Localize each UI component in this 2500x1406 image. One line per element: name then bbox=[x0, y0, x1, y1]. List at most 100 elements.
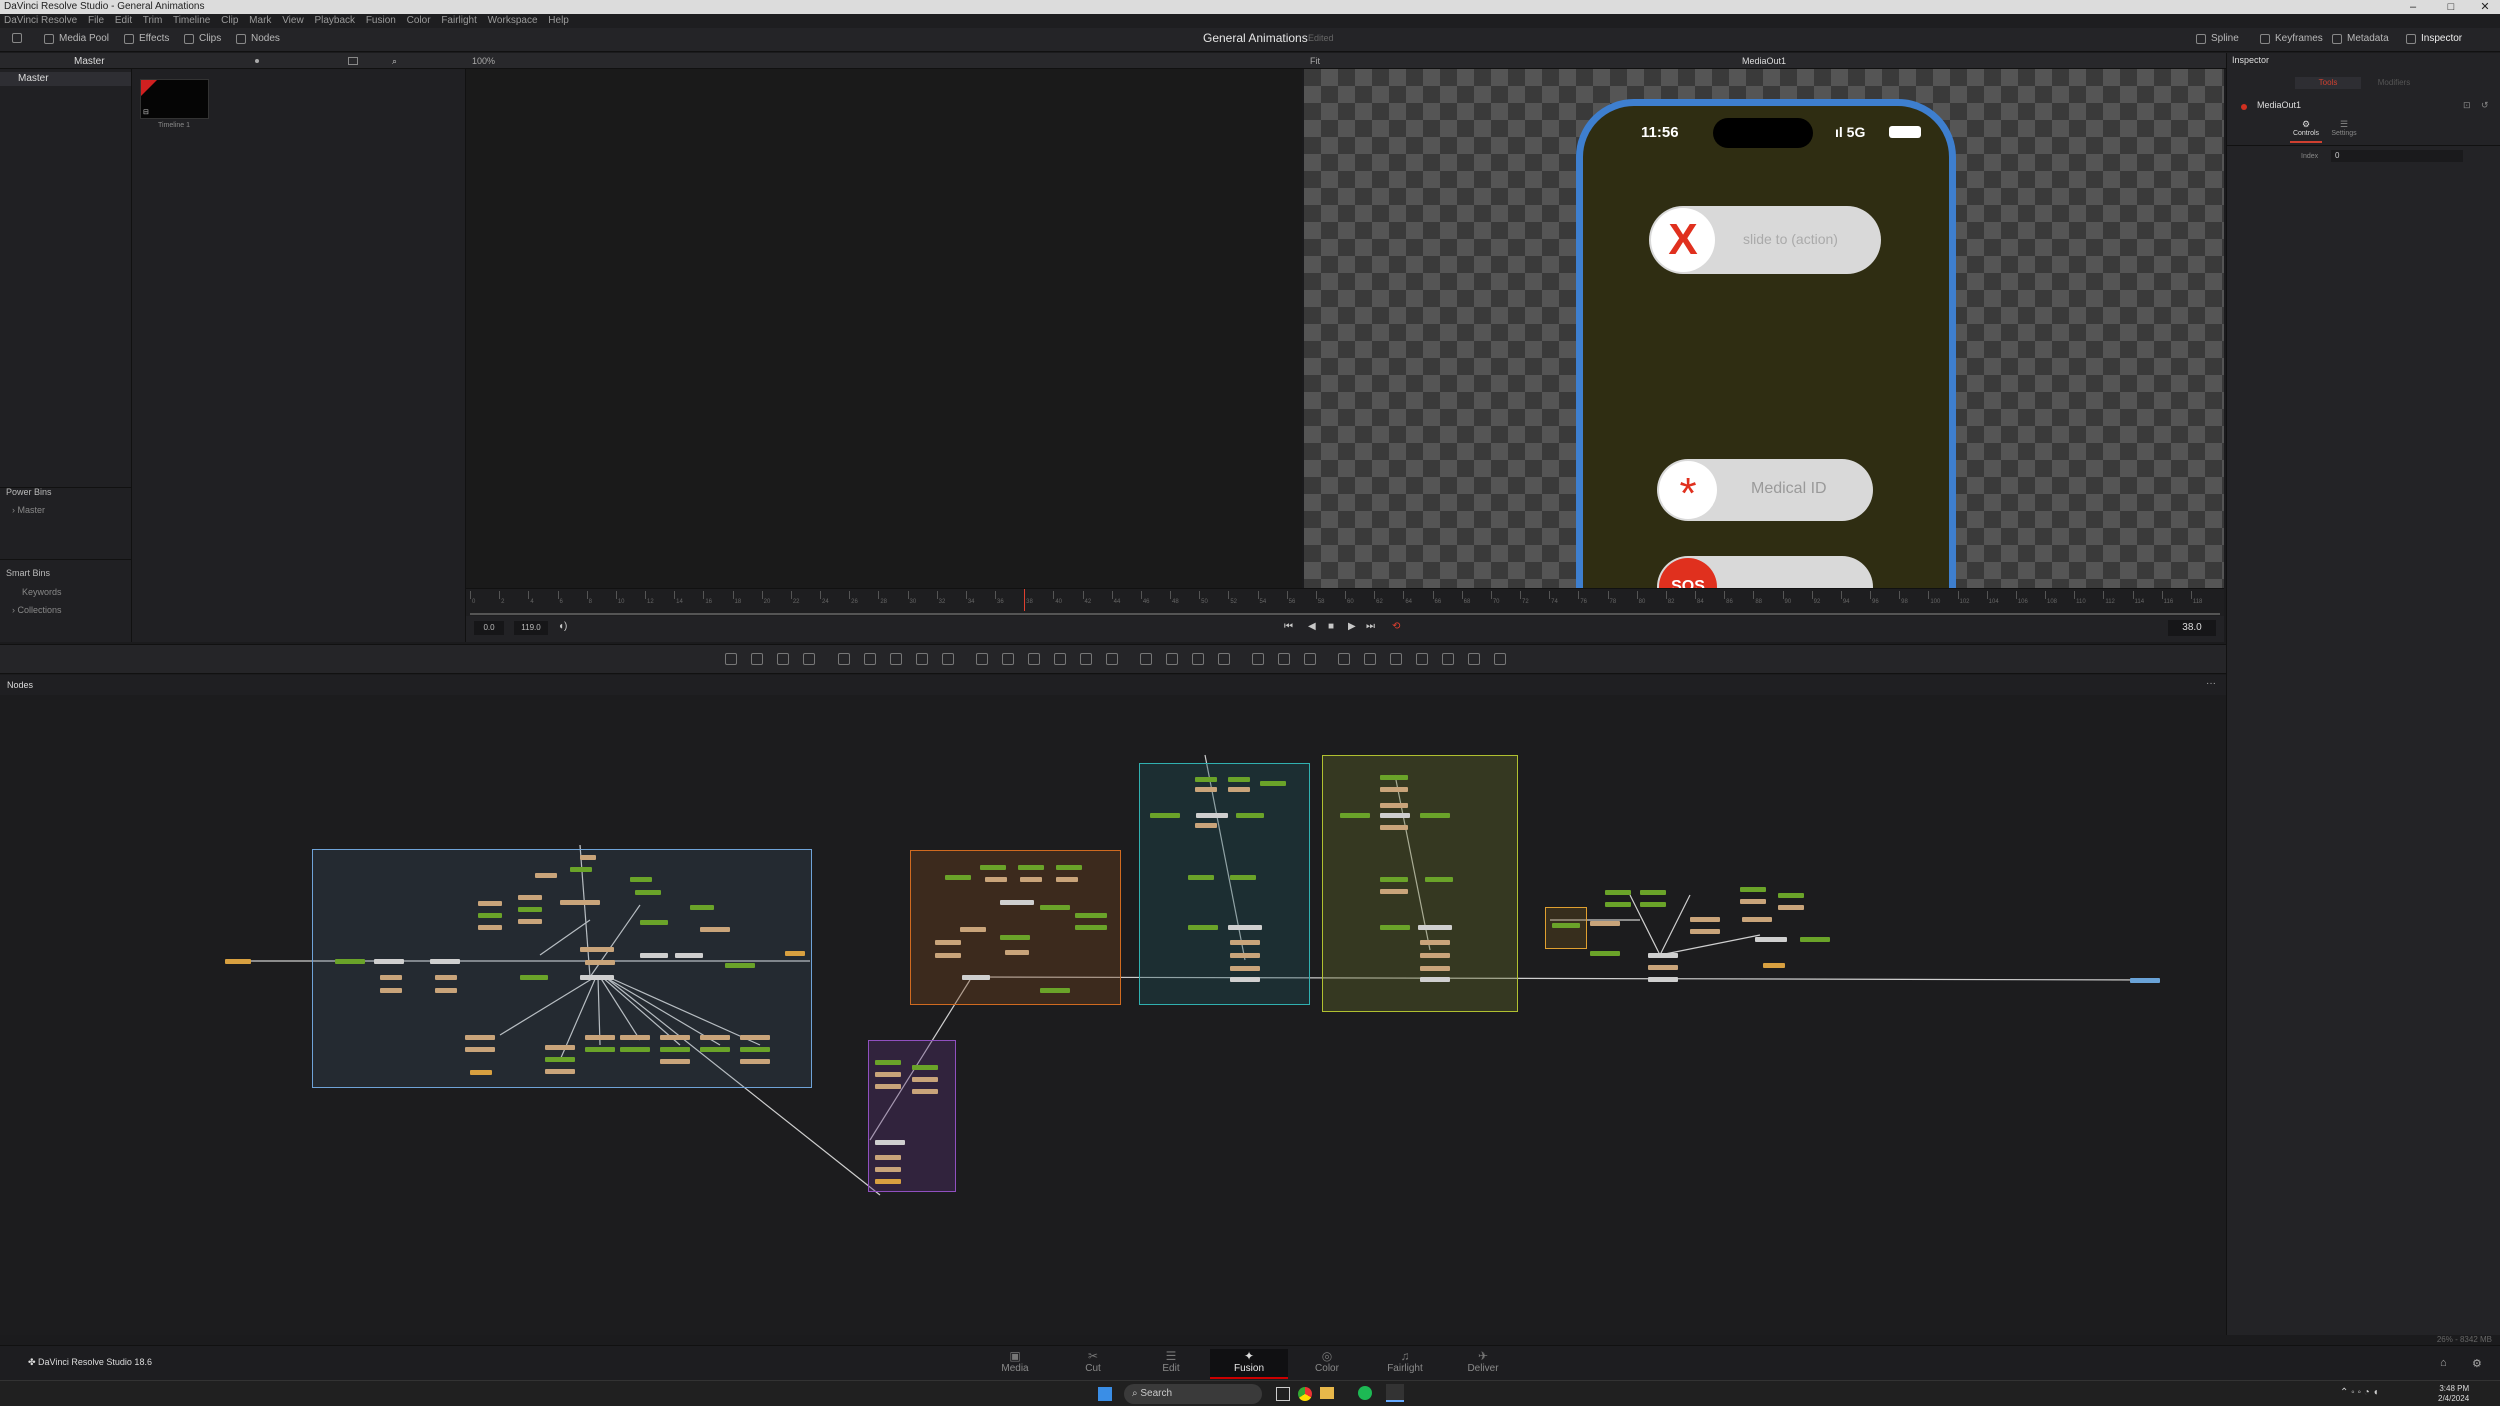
node[interactable] bbox=[518, 919, 542, 924]
node[interactable] bbox=[1196, 813, 1228, 818]
menu-timeline[interactable]: Timeline bbox=[173, 15, 210, 26]
node[interactable] bbox=[585, 1047, 615, 1052]
taskbar-search[interactable]: ⌕ Search bbox=[1124, 1384, 1262, 1404]
menu-help[interactable]: Help bbox=[548, 15, 569, 26]
metadata-button[interactable]: Metadata bbox=[2332, 33, 2389, 44]
paint-tool-icon[interactable] bbox=[751, 653, 763, 665]
node-editor[interactable] bbox=[0, 695, 2226, 1335]
node[interactable] bbox=[580, 947, 614, 952]
go-to-end-icon[interactable]: ⏭ bbox=[1366, 621, 1375, 632]
node[interactable] bbox=[1590, 951, 1620, 956]
node[interactable] bbox=[875, 1179, 901, 1184]
node[interactable] bbox=[1380, 803, 1408, 808]
menu-clip[interactable]: Clip bbox=[221, 15, 238, 26]
node[interactable] bbox=[380, 975, 402, 980]
chrome-icon[interactable] bbox=[1298, 1387, 1312, 1401]
replace-material-icon[interactable] bbox=[1468, 653, 1480, 665]
node[interactable] bbox=[570, 867, 592, 872]
node[interactable] bbox=[1590, 921, 1620, 926]
render-start-field[interactable]: 0.0 bbox=[474, 621, 504, 635]
node[interactable] bbox=[1000, 900, 1034, 905]
node[interactable] bbox=[945, 875, 971, 880]
node[interactable] bbox=[585, 1035, 615, 1040]
node[interactable] bbox=[1420, 977, 1450, 982]
render3d-tool-icon[interactable] bbox=[1338, 653, 1350, 665]
node[interactable] bbox=[1230, 953, 1260, 958]
node[interactable] bbox=[1742, 917, 1772, 922]
node[interactable] bbox=[1605, 902, 1631, 907]
node[interactable] bbox=[1552, 923, 1580, 928]
node[interactable] bbox=[1740, 899, 1766, 904]
node[interactable] bbox=[785, 951, 805, 956]
ellipse-mask-icon[interactable] bbox=[1166, 653, 1178, 665]
node[interactable] bbox=[1380, 813, 1410, 818]
node[interactable] bbox=[620, 1047, 650, 1052]
page-media[interactable]: ▣ Media bbox=[976, 1349, 1054, 1379]
nodes-button[interactable]: Nodes bbox=[236, 33, 280, 44]
node[interactable] bbox=[560, 900, 600, 905]
node[interactable] bbox=[1228, 777, 1250, 782]
merge-scene-icon[interactable] bbox=[1442, 653, 1454, 665]
node[interactable] bbox=[478, 913, 502, 918]
node[interactable] bbox=[1420, 953, 1450, 958]
node[interactable] bbox=[1230, 875, 1256, 880]
node[interactable] bbox=[580, 975, 614, 980]
playhead[interactable] bbox=[1024, 589, 1025, 611]
node[interactable] bbox=[1778, 893, 1804, 898]
resize-tool-icon[interactable] bbox=[1080, 653, 1092, 665]
node[interactable] bbox=[1005, 950, 1029, 955]
node[interactable] bbox=[1056, 877, 1078, 882]
node[interactable] bbox=[912, 1077, 938, 1082]
right-viewer[interactable]: 11:56 ıl 5G X slide to (action) * Medica… bbox=[1304, 69, 2224, 588]
node[interactable] bbox=[1380, 787, 1408, 792]
node[interactable] bbox=[518, 895, 542, 900]
menu-view[interactable]: View bbox=[282, 15, 304, 26]
node[interactable] bbox=[1690, 929, 1720, 934]
node[interactable] bbox=[374, 959, 404, 964]
shader-tool-icon[interactable] bbox=[1494, 653, 1506, 665]
medical-id-pill[interactable]: * Medical ID bbox=[1657, 459, 1873, 521]
node[interactable] bbox=[875, 1060, 901, 1065]
more-options-icon[interactable]: ··· bbox=[2206, 678, 2216, 689]
polygon-mask-icon[interactable] bbox=[1192, 653, 1204, 665]
page-fusion[interactable]: ✦ Fusion bbox=[1210, 1349, 1288, 1379]
node[interactable] bbox=[640, 920, 668, 925]
page-color[interactable]: ◎ Color bbox=[1288, 1349, 1366, 1379]
media-pool-button[interactable]: Media Pool bbox=[44, 33, 109, 44]
node[interactable] bbox=[1236, 813, 1264, 818]
node[interactable] bbox=[980, 865, 1006, 870]
blur-tool-icon[interactable] bbox=[890, 653, 902, 665]
node[interactable] bbox=[1075, 913, 1107, 918]
drop-tool-icon[interactable] bbox=[942, 653, 954, 665]
node[interactable] bbox=[635, 890, 661, 895]
fog3d-tool-icon[interactable] bbox=[1416, 653, 1428, 665]
node[interactable] bbox=[912, 1065, 938, 1070]
node[interactable] bbox=[580, 855, 596, 860]
image-plane-icon[interactable] bbox=[1390, 653, 1402, 665]
file-explorer-icon[interactable] bbox=[1320, 1387, 1334, 1399]
node[interactable] bbox=[1000, 935, 1030, 940]
node[interactable] bbox=[700, 1047, 730, 1052]
index-field[interactable]: 0 bbox=[2331, 150, 2463, 162]
node-group-yellow[interactable] bbox=[1545, 907, 1587, 949]
menu-edit[interactable]: Edit bbox=[115, 15, 132, 26]
color-tool-icon[interactable] bbox=[916, 653, 928, 665]
spotify-icon[interactable] bbox=[1358, 1386, 1372, 1400]
node[interactable] bbox=[585, 960, 615, 965]
menu-davinci[interactable]: DaVinci Resolve bbox=[4, 15, 77, 26]
brush-tool-icon[interactable] bbox=[803, 653, 815, 665]
taskbar-clock[interactable]: 3:48 PM 2/4/2024 bbox=[2438, 1384, 2469, 1404]
tab-controls[interactable]: ⚙ Controls bbox=[2290, 119, 2322, 143]
background-tool-icon[interactable] bbox=[725, 653, 737, 665]
node[interactable] bbox=[1230, 940, 1260, 945]
node-group-teal[interactable] bbox=[1139, 763, 1310, 1005]
node[interactable] bbox=[470, 1070, 492, 1075]
node[interactable] bbox=[740, 1059, 770, 1064]
node[interactable] bbox=[740, 1035, 770, 1040]
play-reverse-icon[interactable]: ◀ bbox=[1308, 621, 1316, 632]
page-fairlight[interactable]: ♫ Fairlight bbox=[1366, 1349, 1444, 1379]
loop-icon[interactable]: ⟲ bbox=[1392, 621, 1400, 632]
task-view-icon[interactable] bbox=[1276, 1387, 1290, 1401]
go-to-start-icon[interactable]: ⏮ bbox=[1284, 621, 1293, 632]
node[interactable] bbox=[875, 1072, 901, 1077]
